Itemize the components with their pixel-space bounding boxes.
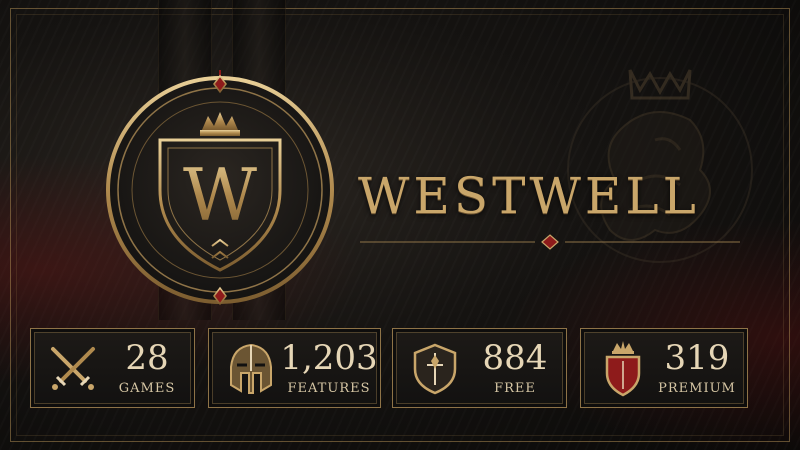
- shield-icon: [413, 343, 457, 395]
- stat-label: FEATURES: [287, 381, 371, 396]
- stat-value: 28: [125, 338, 169, 378]
- spartan-helmet-icon: [230, 343, 272, 394]
- stat-card-premium: 319 PREMIUM: [580, 328, 748, 408]
- brand-title: WESTWELL: [358, 167, 700, 225]
- stat-value: 884: [482, 338, 548, 378]
- crowned-red-shield-icon: [605, 341, 641, 397]
- crossed-swords-icon: [51, 347, 95, 390]
- emblem-letter: W: [183, 153, 257, 237]
- stat-label: PREMIUM: [658, 381, 736, 396]
- stat-value: 319: [664, 338, 730, 378]
- stat-value: 1,203: [280, 338, 378, 378]
- stat-label: GAMES: [118, 381, 176, 396]
- stat-card-games: 28 GAMES: [30, 328, 195, 408]
- stat-card-free: 884 FREE: [392, 328, 567, 408]
- stat-card-features: 1,203 FEATURES: [208, 328, 381, 408]
- westwell-emblem: W: [106, 70, 334, 306]
- title-divider: [360, 234, 740, 250]
- stat-label: FREE: [494, 381, 536, 396]
- hero-banner: W WESTWELL 28 GAMES 1,203 FEATURES 884 F…: [0, 0, 800, 450]
